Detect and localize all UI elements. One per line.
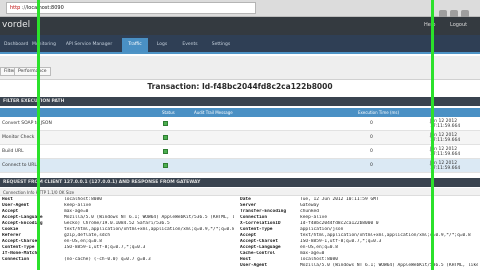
tab-logs[interactable]: Logs — [152, 38, 172, 52]
transaction-title: Transaction: Id-f48bc2044fd8c2ca122b8000 — [147, 82, 333, 91]
table-row[interactable]: Build URL 0 Jun 12 2012 17:11:59.664 — [0, 145, 480, 159]
browser-icons — [436, 3, 474, 18]
path-section-header: FILTER EXECUTION PATH — [0, 97, 480, 106]
tab-settings[interactable]: Settings — [208, 38, 234, 52]
logout-link[interactable]: Logout — [450, 22, 467, 28]
tab-traffic[interactable]: Traffic — [122, 38, 148, 52]
screen: http ://localhost:8090 vordel Help Logou… — [0, 0, 480, 270]
request-header-keys: Host User-Agent Accept Accept-Language A… — [2, 197, 62, 263]
sub-toolbar: Filter Performance — [0, 56, 480, 80]
filter-name: Connect to URL — [2, 163, 37, 168]
address-scheme: http — [10, 5, 21, 11]
app-header: vordel Help Logout — [0, 17, 480, 35]
main-nav: Dashboard Monitoring API Service Manager… — [0, 35, 480, 54]
filter-name: Build URL — [2, 149, 24, 154]
time-column-header: Execution Time (ms) — [358, 110, 400, 115]
execution-time: 0 — [370, 149, 373, 154]
tab-dashboard[interactable]: Dashboard — [4, 38, 28, 52]
execution-time: 0 — [370, 121, 373, 126]
request-header-values: localhost:8080 keep-alive max-age=0 Mozi… — [64, 197, 234, 263]
logo: vordel — [2, 20, 31, 30]
address-host: localhost:8090 — [26, 5, 64, 11]
response-header-values: Tue, 12 Jun 2012 10:11:59 GMT Gateway ch… — [300, 197, 478, 269]
header-value: Mozilla/5.0 (Windows NT 6.1; WOW64) Appl… — [300, 263, 478, 268]
connection-info-bar: Connection Info HTTP 1.1/0 OK Size — [0, 188, 480, 196]
table-row[interactable]: Convert SOAP to JSON 0 Jun 12 2012 17:11:… — [0, 117, 480, 131]
check-icon — [163, 135, 168, 140]
performance-button[interactable]: Performance — [14, 67, 51, 76]
header-value: (no-cache) (-ch-0.0) q=0.7 g=0.3 — [64, 257, 151, 262]
right-guide-line — [431, 0, 434, 270]
timestamp: Jun 12 2012 17:11:59.664 — [430, 161, 460, 171]
header-key: Connection — [2, 257, 30, 262]
path-table-header: Status Audit Trail Message Execution Tim… — [0, 108, 480, 117]
address-bar[interactable]: http ://localhost:8090 — [6, 2, 256, 14]
timestamp-time: 17:11:59.664 — [430, 166, 461, 171]
filter-name: Convert SOAP to JSON — [2, 121, 52, 126]
tab-events[interactable]: Events — [178, 38, 202, 52]
request-section-header: REQUEST FROM CLIENT 127.0.0.1 (127.0.0.1… — [0, 178, 480, 187]
execution-time: 0 — [370, 135, 373, 140]
timestamp: Jun 12 2012 17:11:59.664 — [430, 133, 460, 143]
check-icon — [163, 121, 168, 126]
timestamp-time: 17:11:59.664 — [430, 138, 461, 143]
check-icon — [163, 163, 168, 168]
timestamp: Jun 12 2012 17:11:59.664 — [430, 119, 460, 129]
timestamp-time: 17:11:59.664 — [430, 152, 461, 157]
tab-monitoring[interactable]: Monitoring — [30, 38, 58, 52]
audit-column-header: Audit Trail Message — [194, 110, 233, 115]
execution-time: 0 — [370, 163, 373, 168]
status-column-header: Status — [162, 110, 175, 115]
response-header-keys: Date Server Transfer-Encoding Connection… — [240, 197, 298, 269]
table-row[interactable]: Monitor Check 0 Jun 12 2012 17:11:59.664 — [0, 131, 480, 145]
table-row[interactable]: Connect to URL 0 Jun 12 2012 17:11:59.664 — [0, 159, 480, 173]
timestamp-time: 17:11:59.664 — [430, 124, 461, 129]
tab-api-service-manager[interactable]: API Service Manager — [62, 38, 116, 52]
check-icon — [163, 149, 168, 154]
filter-name: Monitor Check — [2, 135, 35, 140]
header-key: User-Agent — [240, 263, 268, 268]
timestamp: Jun 12 2012 17:11:59.664 — [430, 147, 460, 157]
left-guide-line — [37, 0, 40, 270]
browser-toolbar: http ://localhost:8090 — [0, 0, 480, 18]
